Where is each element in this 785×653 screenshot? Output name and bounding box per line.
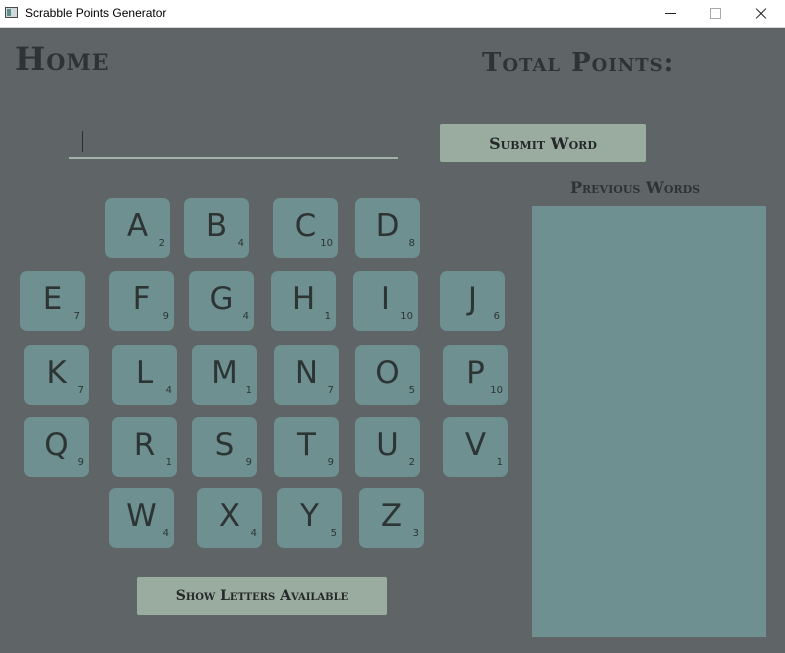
tile-points: 8	[408, 238, 415, 249]
app-content: Home Total Points: Submit Word Previous …	[0, 28, 785, 653]
letter-tile-j[interactable]: J6	[440, 271, 505, 331]
letter-tile-m[interactable]: M1	[192, 345, 257, 405]
tile-points: 5	[330, 528, 337, 539]
tile-points: 4	[162, 528, 169, 539]
tile-points: 10	[400, 311, 413, 322]
tile-points: 9	[245, 457, 252, 468]
letter-tile-q[interactable]: Q9	[24, 417, 89, 477]
home-heading: Home	[15, 40, 110, 78]
letter-tile-b[interactable]: B4	[184, 198, 249, 258]
tile-points: 2	[408, 457, 415, 468]
letter-tile-u[interactable]: U2	[355, 417, 420, 477]
tile-points: 4	[242, 311, 249, 322]
word-input[interactable]	[69, 126, 398, 159]
letter-tile-a[interactable]: A2	[105, 198, 170, 258]
letter-tile-y[interactable]: Y5	[277, 488, 342, 548]
tile-points: 9	[327, 457, 334, 468]
tile-points: 5	[408, 385, 415, 396]
letter-tile-p[interactable]: P 10	[443, 345, 508, 405]
tile-points: 3	[412, 528, 419, 539]
tile-points: 2	[158, 238, 165, 249]
app-icon	[5, 7, 18, 18]
letter-tile-h[interactable]: H1	[271, 271, 336, 331]
close-button[interactable]	[738, 0, 783, 27]
tile-points: 6	[493, 311, 500, 322]
tile-points: 10	[490, 385, 503, 396]
tile-points: 7	[73, 311, 80, 322]
tile-points: 9	[77, 457, 84, 468]
tile-points: 9	[162, 311, 169, 322]
letter-tile-l[interactable]: L4	[112, 345, 177, 405]
maximize-button[interactable]	[693, 0, 738, 27]
previous-words-title: Previous Words	[570, 178, 701, 197]
letter-tile-e[interactable]: E7	[20, 271, 85, 331]
letter-tile-n[interactable]: N7	[274, 345, 339, 405]
tile-points: 1	[496, 457, 503, 468]
tile-points: 7	[77, 385, 84, 396]
letter-tile-s[interactable]: S9	[192, 417, 257, 477]
tile-points: 7	[327, 385, 334, 396]
letter-tile-d[interactable]: D8	[355, 198, 420, 258]
tile-points: 1	[245, 385, 252, 396]
letter-tile-t[interactable]: T9	[274, 417, 339, 477]
letter-tile-k[interactable]: K7	[24, 345, 89, 405]
letter-tile-w[interactable]: W4	[109, 488, 174, 548]
letter-tile-v[interactable]: V1	[443, 417, 508, 477]
text-caret	[82, 131, 83, 152]
letter-tile-r[interactable]: R1	[112, 417, 177, 477]
letter-tile-g[interactable]: G4	[189, 271, 254, 331]
letter-tile-z[interactable]: Z3	[359, 488, 424, 548]
letter-tile-c[interactable]: C 10	[273, 198, 338, 258]
letter-tile-i[interactable]: I 10	[353, 271, 418, 331]
letter-tile-x[interactable]: X4	[197, 488, 262, 548]
tile-points: 4	[237, 238, 244, 249]
previous-words-list[interactable]	[532, 206, 766, 637]
minimize-button[interactable]	[648, 0, 693, 27]
window-title: Scrabble Points Generator	[25, 6, 167, 20]
tile-points: 4	[250, 528, 257, 539]
letter-tile-f[interactable]: F9	[109, 271, 174, 331]
tile-points: 1	[324, 311, 331, 322]
tile-points: 1	[165, 457, 172, 468]
show-letters-button[interactable]: Show Letters Available	[137, 577, 387, 615]
submit-word-button[interactable]: Submit Word	[440, 124, 646, 162]
tile-points: 4	[165, 385, 172, 396]
title-bar: Scrabble Points Generator	[0, 0, 785, 28]
total-points-label: Total Points:	[482, 48, 675, 78]
letter-tile-o[interactable]: O5	[355, 345, 420, 405]
tile-points: 10	[320, 238, 333, 249]
